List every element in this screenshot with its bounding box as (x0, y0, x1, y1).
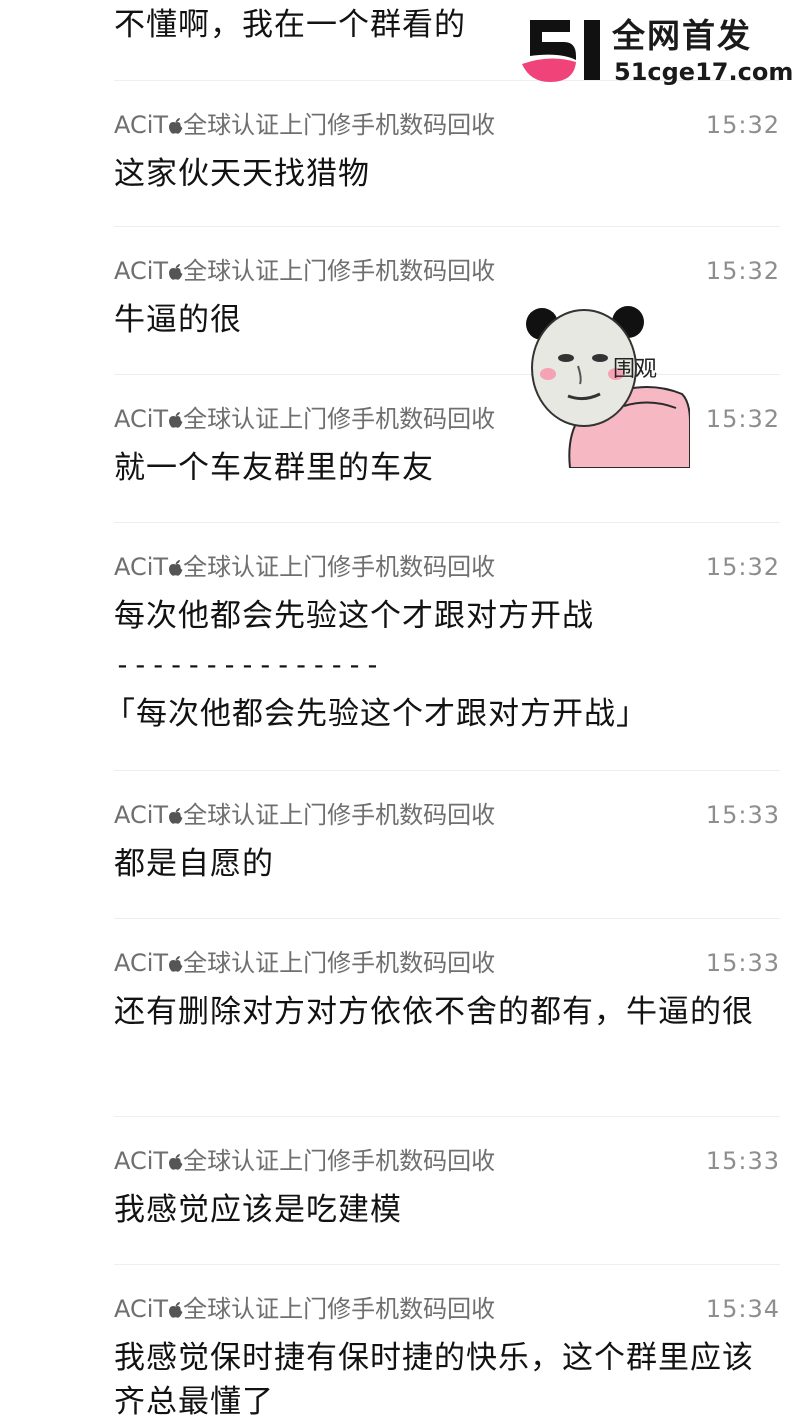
apple-logo-icon (168, 405, 183, 433)
message-divider (114, 226, 780, 227)
message-item[interactable]: ACiT 全球认证上门修手机数码回收 15:33 都是自愿的 (0, 770, 800, 918)
message-text: 还有删除对方对方依依不舍的都有，牛逼的很 (114, 994, 754, 1030)
panda-meme-sticker[interactable]: 围观 (524, 302, 691, 469)
panda-meme-sticker-icon (526, 306, 691, 469)
message-item[interactable]: ACiT 全球认证上门修手机数码回收 15:34 我感觉保时捷有保时捷的快乐，这个… (0, 1264, 800, 1422)
message-text: 不懂啊，我在一个群看的 (114, 7, 466, 43)
message-divider (114, 1264, 780, 1265)
quote-separator: --------------- (114, 648, 382, 681)
message-item[interactable]: ACiT 全球认证上门修手机数码回收 15:32 这家伙天天找猎物 (0, 80, 800, 226)
message-item[interactable]: ACiT 全球认证上门修手机数码回收 15:33 我感觉应该是吃建模 (0, 1116, 800, 1264)
message-divider (114, 522, 780, 523)
message-divider (114, 918, 780, 919)
apple-logo-icon (168, 257, 183, 285)
apple-logo-icon (168, 949, 183, 977)
message-divider (114, 770, 780, 771)
sender-name[interactable]: ACiT 全球认证上门修手机数码回收 (114, 552, 495, 582)
message-text: 我感觉应该是吃建模 (114, 1192, 402, 1228)
message-time: 15:32 (705, 405, 780, 433)
logo-mark-icon (522, 20, 600, 82)
message-text: 每次他都会先验这个才跟对方开战 (114, 598, 594, 634)
message-time: 15:33 (705, 949, 780, 977)
sticker-caption: 围观 (613, 357, 658, 382)
watermark-url: 51cge17.com (614, 58, 794, 86)
message-item[interactable]: ACiT 全球认证上门修手机数码回收 15:33 还有删除对方对方依依不舍的都有，… (0, 918, 800, 1116)
apple-logo-icon (168, 801, 183, 829)
message-divider (114, 1116, 780, 1117)
sender-name[interactable]: ACiT 全球认证上门修手机数码回收 (114, 948, 495, 978)
apple-logo-icon (168, 1147, 183, 1175)
message-text: 我感觉保时捷有保时捷的快乐，这个群里应该齐总最懂了 (114, 1340, 754, 1420)
sender-name[interactable]: ACiT 全球认证上门修手机数码回收 (114, 256, 495, 286)
sender-name[interactable]: ACiT 全球认证上门修手机数码回收 (114, 1146, 495, 1176)
sender-name[interactable]: ACiT 全球认证上门修手机数码回收 (114, 800, 495, 830)
message-time: 15:33 (705, 801, 780, 829)
quoted-message[interactable]: 「每次他都会先验这个才跟对方开战」 (104, 692, 648, 736)
sender-name[interactable]: ACiT 全球认证上门修手机数码回收 (114, 1294, 495, 1324)
apple-logo-icon (168, 1295, 183, 1323)
message-text: 这家伙天天找猎物 (114, 156, 370, 192)
message-text: 都是自愿的 (114, 846, 274, 882)
apple-logo-icon (168, 111, 183, 139)
message-time: 15:34 (705, 1295, 780, 1323)
message-time: 15:32 (705, 257, 780, 285)
watermark-logo: 全网首发 51cge17.com (520, 16, 794, 88)
message-item[interactable]: ACiT 全球认证上门修手机数码回收 15:32 每次他都会先验这个才跟对方开战 … (0, 522, 800, 770)
apple-logo-icon (168, 553, 183, 581)
message-time: 15:33 (705, 1147, 780, 1175)
sender-name[interactable]: ACiT 全球认证上门修手机数码回收 (114, 110, 495, 140)
message-time: 15:32 (705, 111, 780, 139)
watermark-title: 全网首发 (612, 16, 752, 55)
message-time: 15:32 (705, 553, 780, 581)
chat-message-feed: 不懂啊，我在一个群看的 ACiT 全球认证上门修手机数码回收 15:32 这家伙天… (0, 0, 800, 1422)
sender-name[interactable]: ACiT 全球认证上门修手机数码回收 (114, 404, 495, 434)
